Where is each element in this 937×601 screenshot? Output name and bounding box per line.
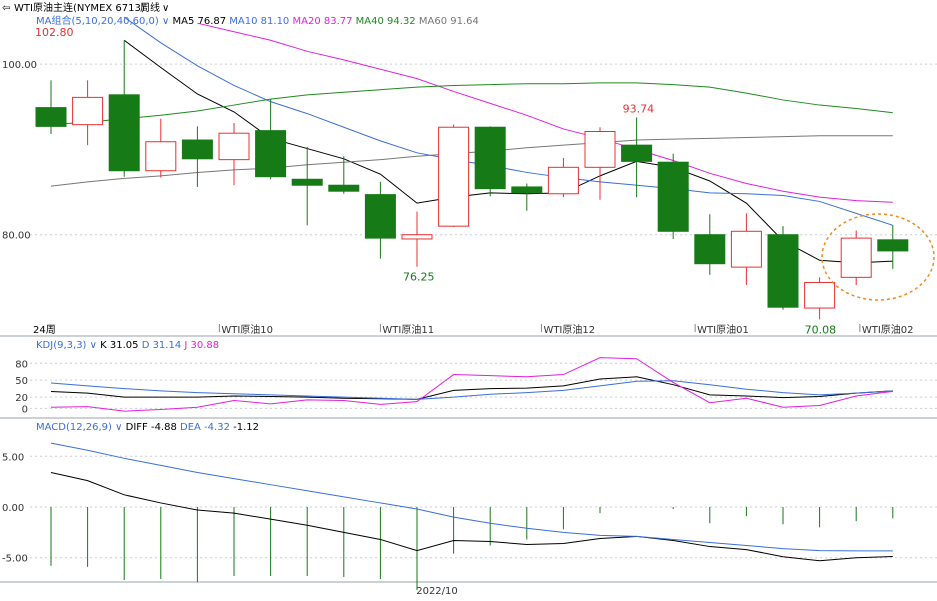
- date-axis-label: 2022/10: [416, 586, 458, 597]
- x-tick-label: WTI原油10: [221, 323, 273, 336]
- chart-header: ⇦ WTI原油主连(NYMEX 6713) 周线 ∨: [2, 1, 169, 14]
- legend-value-hist: -1.12: [233, 422, 259, 433]
- kdj-line-j: [50, 357, 893, 412]
- macd-panel: MACD(12,26,9) ∨ DIFF -4.88 DEA -4.32 -1.…: [2, 422, 937, 591]
- macd-legend: MACD(12,26,9) ∨ DIFF -4.88 DEA -4.32 -1.…: [36, 422, 259, 433]
- candle-body: [474, 126, 506, 190]
- candle-body: [108, 94, 140, 172]
- candle-body: [438, 126, 470, 227]
- candle: [767, 226, 799, 310]
- candle-body: [181, 139, 213, 160]
- legend-value-ma20: MA20 83.77: [292, 16, 355, 27]
- candle-body: [511, 186, 543, 194]
- candle-body: [657, 161, 689, 232]
- candle-body: [584, 131, 616, 168]
- legend-label[interactable]: KDJ(9,3,3) ∨: [36, 340, 100, 351]
- legend-label[interactable]: MACD(12,26,9) ∨: [36, 422, 126, 433]
- candle-body: [72, 96, 104, 126]
- macd-line-dea: [50, 442, 893, 552]
- candle: [218, 122, 250, 186]
- candle: [181, 126, 213, 187]
- candle-body: [328, 184, 360, 192]
- candle-body: [730, 230, 762, 268]
- y-tick-label: 20: [15, 393, 28, 404]
- legend-value-diff: DIFF -4.88: [126, 422, 180, 433]
- candle-body: [35, 107, 67, 127]
- candle: [621, 117, 653, 198]
- legend-value-k: K 31.05: [100, 340, 142, 351]
- candle: [840, 230, 872, 286]
- chevron-down-icon[interactable]: ∨: [162, 3, 169, 14]
- kdj-legend: KDJ(9,3,3) ∨ K 31.05 D 31.14 J 30.88: [36, 340, 219, 351]
- legend-value-ma40: MA40 94.32: [356, 16, 419, 27]
- candle-body: [840, 237, 872, 278]
- y-tick-label: 80.00: [2, 231, 31, 242]
- high-price-label: 102.80: [35, 26, 74, 39]
- candle-body: [621, 144, 653, 162]
- candle: [35, 80, 67, 135]
- candle: [145, 118, 177, 178]
- candle-body: [291, 178, 323, 186]
- legend-value-dea: DEA -4.32: [180, 422, 233, 433]
- y-tick-label: 50: [15, 376, 28, 387]
- candle: [401, 211, 433, 267]
- candle-body: [145, 141, 177, 172]
- candle-body: [364, 194, 396, 239]
- instrument-title: WTI原油主连(NYMEX 6713): [14, 1, 145, 14]
- ma-line-ma10: [123, 16, 893, 226]
- candle: [804, 277, 836, 320]
- candle: [730, 213, 762, 286]
- candle-body: [547, 166, 579, 195]
- candle: [72, 80, 104, 146]
- y-tick-label: 5.00: [2, 452, 24, 463]
- y-tick-label: 100.00: [2, 60, 37, 71]
- candle-body: [877, 239, 909, 252]
- y-tick-label: 0: [22, 404, 28, 415]
- candle: [364, 181, 396, 259]
- y-tick-label: 0.00: [2, 503, 24, 514]
- x-tick-label: WTI原油01: [697, 323, 749, 336]
- candle: [694, 214, 726, 275]
- candle: [108, 40, 140, 177]
- legend-value-ma60: MA60 91.64: [419, 16, 479, 27]
- candle: [657, 153, 689, 239]
- y-tick-label: 80: [15, 359, 28, 370]
- candle-body: [255, 130, 287, 178]
- legend-value-ma10: MA10 81.10: [229, 16, 292, 27]
- period-selector[interactable]: 周线: [140, 1, 160, 14]
- candle: [438, 124, 470, 228]
- candle-body: [401, 234, 433, 240]
- candle-body: [767, 234, 799, 308]
- pin-icon[interactable]: ⇦: [2, 3, 10, 14]
- candle: [547, 157, 579, 198]
- candle: [291, 146, 323, 226]
- highlight-circle: [821, 213, 935, 301]
- candle-body: [694, 234, 726, 265]
- kdj-panel: KDJ(9,3,3) ∨ K 31.05 D 31.14 J 30.88 80 5…: [15, 340, 937, 415]
- candle-body: [218, 132, 250, 161]
- period-count-label: 24周: [33, 324, 56, 336]
- candle: [255, 99, 287, 180]
- candle: [474, 126, 506, 197]
- candle: [511, 183, 543, 211]
- ma-line-ma40: [50, 82, 893, 126]
- low-price-label: 76.25: [403, 271, 435, 284]
- legend-value-j: J 30.88: [183, 340, 219, 351]
- local-high-label: 93.74: [623, 103, 655, 116]
- ma-legend: MA组合(5,10,20,40,60,0) ∨ MA5 76.87 MA10 8…: [36, 14, 479, 27]
- legend-label[interactable]: MA组合(5,10,20,40,60,0) ∨: [36, 14, 172, 27]
- candle-body: [804, 281, 836, 309]
- chart-canvas: ⇦ WTI原油主连(NYMEX 6713) 周线 ∨ MA组合(5,10,20,…: [0, 1, 937, 597]
- y-tick-label: -5.00: [2, 554, 28, 565]
- candle: [877, 225, 909, 269]
- x-tick-label: WTI原油02: [862, 323, 914, 336]
- legend-value-ma5: MA5 76.87: [172, 16, 229, 27]
- lowest-price-label: 70.08: [805, 323, 837, 336]
- candle: [584, 127, 616, 200]
- price-panel: MA组合(5,10,20,40,60,0) ∨ MA5 76.87 MA10 8…: [2, 14, 937, 336]
- legend-value-d: D 31.14: [142, 340, 185, 351]
- ma-line-ma60: [50, 135, 893, 187]
- x-tick-label: WTI原油12: [543, 323, 595, 336]
- x-tick-label: WTI原油11: [382, 323, 434, 336]
